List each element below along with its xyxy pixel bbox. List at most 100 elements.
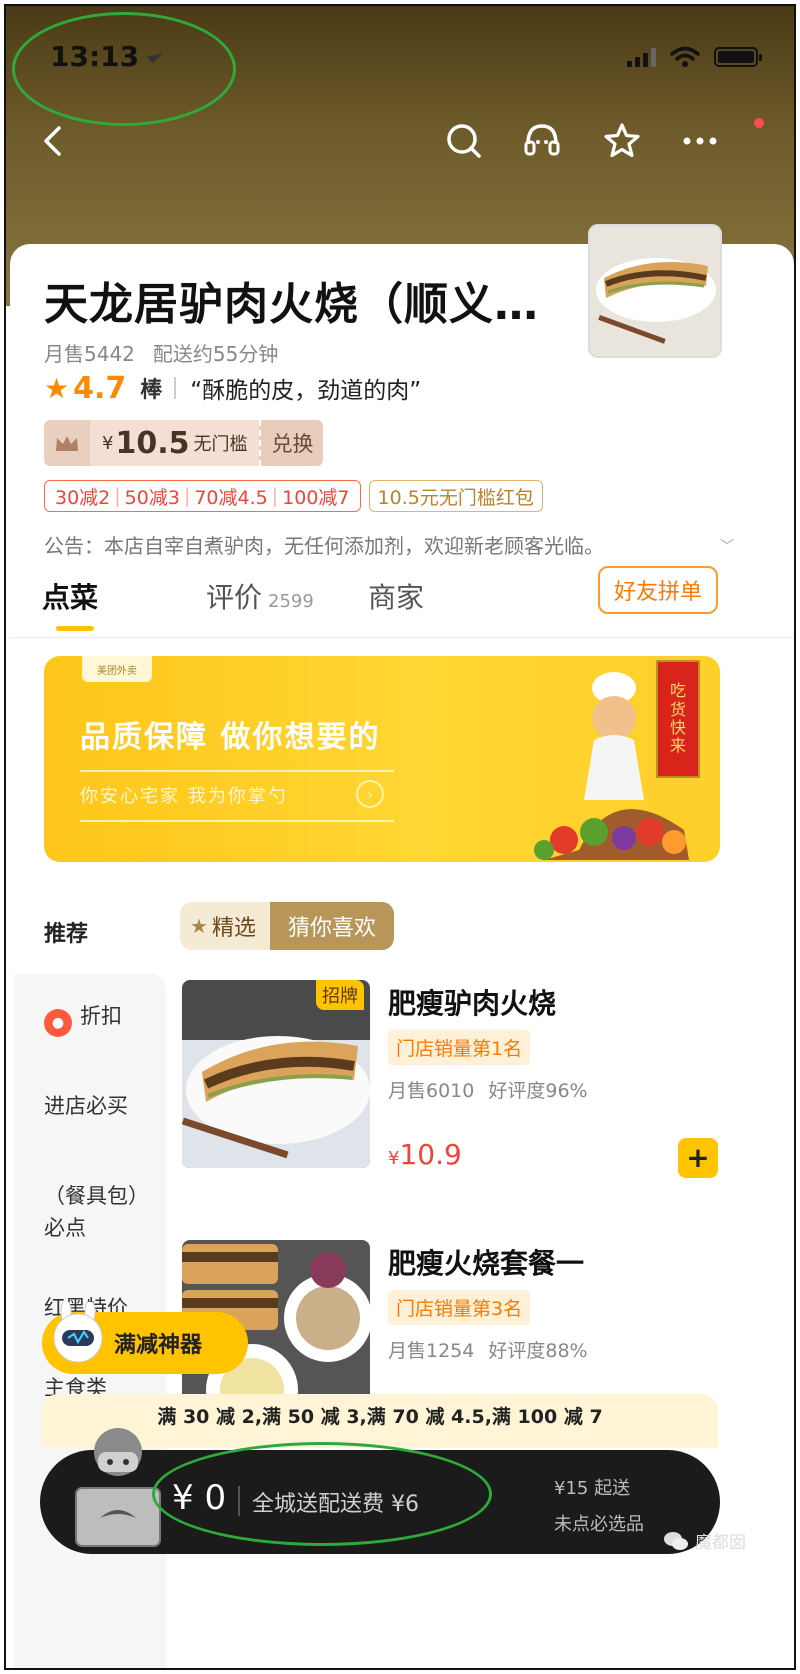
annotation-circle-fee	[152, 1442, 492, 1546]
flatbread-photo	[590, 226, 720, 356]
promo-tags[interactable]: 30减2 | 50减3 | 70减4.5 | 100减7 10.5元无门槛红包	[44, 480, 543, 512]
product-rating: 好评度88%	[488, 1340, 588, 1362]
discount-tag: 70减4.5	[194, 486, 268, 509]
customer-service-button[interactable]	[520, 118, 564, 164]
rating-value: 4.7	[73, 370, 127, 406]
product-sales: 月售1254	[388, 1340, 475, 1362]
sidebar-item-label: （餐具包）必点	[44, 1184, 149, 1240]
delivery-time: 配送约55分钟	[152, 342, 279, 366]
more-dots-icon	[683, 137, 717, 145]
sales-rank-badge: 门店销量第1名	[388, 1030, 531, 1065]
top-nav-bar	[6, 118, 794, 168]
sales-rank-badge: 门店销量第3名	[388, 1290, 531, 1325]
coupon-exchange-button[interactable]: 兑换	[259, 420, 324, 466]
product-stats: 月售6010 好评度96%	[388, 1076, 602, 1103]
product-price: ¥10.9	[388, 1138, 462, 1171]
recommend-label: 推荐	[44, 922, 89, 947]
scroll-char: 来	[669, 736, 686, 756]
banner-logo: 美团外卖	[82, 656, 152, 682]
rating-word: 棒	[140, 378, 163, 403]
segment-featured[interactable]: ★ 精选	[180, 902, 270, 950]
favorite-button[interactable]	[600, 118, 644, 164]
promo-banner[interactable]: 美团外卖 品质保障 做你想要的 你安心宅家 我为你掌勺 › 吃 货 快 来	[44, 656, 720, 862]
chat-bubble-icon	[524, 124, 560, 156]
watermark: 魔都囡	[663, 1528, 746, 1553]
tab-label: 评价	[206, 581, 263, 614]
shop-thumbnail[interactable]	[588, 224, 722, 358]
red-packet-tag: 10.5元无门槛红包	[368, 480, 543, 512]
crown-icon	[44, 420, 90, 466]
star-outline-icon	[604, 123, 640, 158]
wechat-icon	[664, 1531, 688, 1550]
star-filled-icon: ★	[190, 914, 208, 938]
search-button[interactable]	[442, 118, 486, 164]
discount-icon: ●	[44, 1009, 72, 1037]
coupon-card[interactable]: ¥10.5 无门槛 兑换	[44, 420, 324, 466]
shop-meta: 月售5442 配送约55分钟	[44, 338, 296, 367]
product-name: 肥瘦火烧套餐一	[388, 1247, 585, 1280]
chevron-down-icon[interactable]: ﹀	[720, 536, 734, 556]
reviews-count: 2599	[268, 591, 314, 612]
shop-name: 天龙居驴肉火烧（顺义…	[44, 279, 539, 330]
battery-icon	[714, 47, 762, 67]
cellular-signal-icon	[627, 47, 656, 67]
tab-label: 点菜	[42, 581, 99, 614]
tab-reviews[interactable]: 评价 2599	[206, 576, 314, 616]
scroll-char: 货	[669, 699, 686, 719]
status-icons	[627, 46, 762, 68]
scroll-char: 快	[669, 718, 686, 737]
must-select-hint: 未点必选品	[554, 1514, 644, 1535]
divider	[174, 377, 177, 399]
coupon-currency: ¥	[102, 432, 114, 454]
signature-badge: 招牌	[316, 980, 364, 1010]
discount-tag: 50减3	[124, 486, 180, 509]
banner-divider	[80, 820, 394, 822]
chevron-right-icon: ›	[356, 780, 384, 808]
sidebar-item-label: 折扣	[80, 1004, 122, 1028]
product-rating: 好评度96%	[488, 1080, 588, 1102]
shop-notice[interactable]: 公告：本店自宰自煮驴肉，无任何添加剂，欢迎新老顾客光临。	[44, 530, 734, 559]
product-card[interactable]: 招牌 肥瘦驴肉火烧 门店销量第1名 月售6010 好评度96% ¥10.9 +	[182, 980, 722, 1178]
discount-tag: 30减2	[55, 486, 111, 509]
segment-guess[interactable]: 猜你喜欢	[269, 902, 394, 950]
banner-divider	[80, 770, 394, 772]
price-currency: ¥	[388, 1148, 400, 1169]
coupon-condition: 无门槛	[193, 434, 248, 455]
rating-row[interactable]: ★ 4.7 棒 “酥脆的皮，劲道的肉”	[44, 368, 421, 408]
segment-label: 精选	[211, 916, 256, 941]
chevron-left-icon	[44, 126, 61, 156]
annotation-circle-time	[12, 12, 236, 126]
min-order: ¥15 起送	[554, 1478, 631, 1499]
wifi-icon	[670, 46, 700, 67]
recommend-switch[interactable]: ★ 精选 猜你喜欢	[180, 902, 394, 950]
product-stats: 月售1254 好评度88%	[388, 1336, 602, 1363]
group-order-button[interactable]: 好友拼单	[598, 566, 718, 614]
coupon-amount: ¥10.5 无门槛	[90, 420, 260, 466]
sidebar-item-tableware[interactable]: （餐具包）必点	[44, 1180, 154, 1244]
banner-title: 品质保障 做你想要的	[80, 720, 381, 755]
banner-subtitle: 你安心宅家 我为你掌勺	[80, 786, 288, 807]
sidebar-item-label: 进店必买	[44, 1094, 128, 1118]
monthly-sales: 月售5442	[44, 342, 135, 366]
screenshot-frame: 13:13 天龙居驴肉火烧（顺义… 月售5442 配送约55分钟 ★ 4.7 棒…	[4, 4, 796, 1670]
more-button[interactable]	[678, 118, 722, 164]
banner-scroll: 吃 货 快 来	[656, 660, 700, 778]
scroll-char: 吃	[669, 681, 686, 701]
discount-tag: 100减7	[282, 486, 350, 509]
product-sales: 月售6010	[388, 1080, 475, 1102]
robot-mascot-icon	[53, 1302, 103, 1363]
active-tab-indicator	[56, 626, 94, 631]
watermark-text: 魔都囡	[695, 1533, 746, 1553]
tab-label: 商家	[368, 581, 425, 614]
add-to-cart-button[interactable]: +	[678, 1138, 718, 1178]
sidebar-item-discount[interactable]: ● 折扣	[44, 1000, 154, 1037]
back-button[interactable]	[34, 118, 70, 164]
product-name: 肥瘦驴肉火烧	[388, 987, 557, 1020]
tab-order[interactable]: 点菜	[42, 576, 98, 616]
sidebar-item-must-buy[interactable]: 进店必买	[44, 1090, 154, 1122]
star-filled-icon: ★	[44, 371, 70, 405]
tab-merchant[interactable]: 商家	[368, 576, 424, 616]
coupon-value: 10.5	[115, 425, 190, 461]
review-quote: “酥脆的皮，劲道的肉”	[190, 378, 422, 404]
discount-tags: 30减2 | 50减3 | 70减4.5 | 100减7	[44, 480, 361, 512]
